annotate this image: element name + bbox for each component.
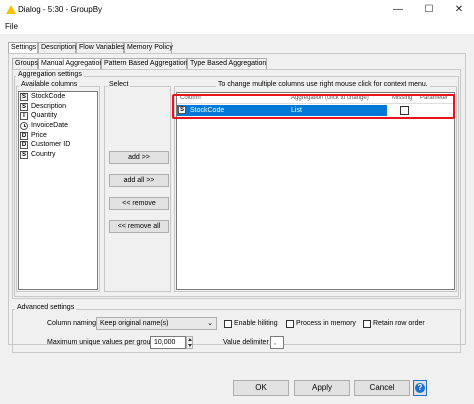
list-item[interactable]: S Description [19,102,97,112]
close-button[interactable]: ✕ [444,0,474,20]
list-item[interactable]: D Price [19,131,97,141]
aggregation-table[interactable]: Column Aggregation (click to change) Mis… [176,92,455,290]
retain-row-order-checkbox[interactable] [363,320,371,328]
window-title: Dialog - 5:30 - GroupBy [18,5,103,14]
column-name: Description [31,102,67,110]
maximize-button[interactable]: ☐ [414,0,444,20]
max-unique-value: 10,000 [154,339,176,346]
enable-hiliting-label: Enable hiliting [234,320,278,327]
available-columns-label: Available columns [19,81,80,88]
add-all-button[interactable]: add all >> [109,174,169,187]
integer-type-icon: I [20,112,28,121]
value-delimiter-label: Value delimiter [223,339,269,346]
string-type-icon: S [20,93,28,101]
column-name: InvoiceDate [31,122,68,130]
double-type-icon: D [20,141,28,150]
ok-button[interactable]: OK [233,380,289,396]
stepper-up-icon[interactable] [188,338,192,341]
advanced-settings-label: Advanced settings [15,304,77,311]
column-name: Quantity [31,112,58,120]
warning-triangle-icon [6,5,16,14]
tab-type-based-aggregation[interactable]: Type Based Aggregation [187,58,267,69]
advanced-settings-group [12,309,461,353]
help-icon: ? [415,383,425,393]
chevron-down-icon: ⌄ [207,320,213,327]
tab-flow-variables[interactable]: Flow Variables [76,42,124,53]
menu-bar: File [0,20,474,34]
remove-button[interactable]: << remove [109,197,169,210]
string-type-icon: S [20,102,28,111]
remove-all-button[interactable]: << remove all [109,220,169,233]
enable-hiliting-checkbox[interactable] [224,320,232,328]
double-type-icon: D [20,131,28,140]
add-button[interactable]: add >> [109,151,169,164]
value-delimiter-value: , [274,339,276,346]
string-type-icon: S [20,151,28,160]
menu-file[interactable]: File [5,22,18,31]
clock-type-icon [20,122,28,131]
tab-manual-aggregation[interactable]: Manual Aggregation [38,58,103,69]
process-in-memory-label: Process in memory [296,320,356,327]
column-name: Country [31,151,56,159]
column-name: Price [31,131,47,139]
stepper-down-icon[interactable] [188,344,192,347]
context-menu-hint: To change multiple columns use right mou… [216,81,430,88]
process-in-memory-checkbox[interactable] [286,320,294,328]
select-label: Select [107,81,131,88]
tab-settings[interactable]: Settings [8,42,38,53]
highlight-box [172,94,455,119]
max-unique-label: Maximum unique values per group [47,339,155,346]
list-item[interactable]: D Customer ID [19,140,97,150]
value-delimiter-input[interactable]: , [270,336,284,349]
title-bar: Dialog - 5:30 - GroupBy — ☐ ✕ [0,0,474,20]
max-unique-stepper[interactable] [186,336,193,349]
help-button[interactable]: ? [413,380,427,396]
list-item[interactable]: InvoiceDate [19,121,97,131]
column-naming-value: Keep original name(s) [100,320,169,327]
list-item[interactable]: S StockCode [19,92,97,102]
list-item[interactable]: S Country [19,150,97,160]
minimize-button[interactable]: — [383,0,413,20]
list-item[interactable]: I Quantity [19,111,97,121]
available-columns-list[interactable]: S StockCode S Description I Quantity Invoic… [18,91,98,290]
retain-row-order-label: Retain row order [373,320,425,327]
cancel-button[interactable]: Cancel [354,380,410,396]
tab-description[interactable]: Description [38,42,76,53]
apply-button[interactable]: Apply [294,380,350,396]
max-unique-input[interactable]: 10,000 [150,336,186,349]
select-group [104,86,171,292]
aggregation-settings-label: Aggregation settings [16,71,84,78]
tab-memory-policy[interactable]: Memory Policy [124,42,173,53]
column-naming-label: Column naming: [47,320,98,327]
column-naming-select[interactable]: Keep original name(s) ⌄ [96,317,217,330]
column-name: StockCode [31,93,66,100]
column-name: Customer ID [31,141,71,149]
tab-groups[interactable]: Groups [12,58,38,69]
tab-pattern-based-aggregation[interactable]: Pattern Based Aggregation [101,58,188,69]
